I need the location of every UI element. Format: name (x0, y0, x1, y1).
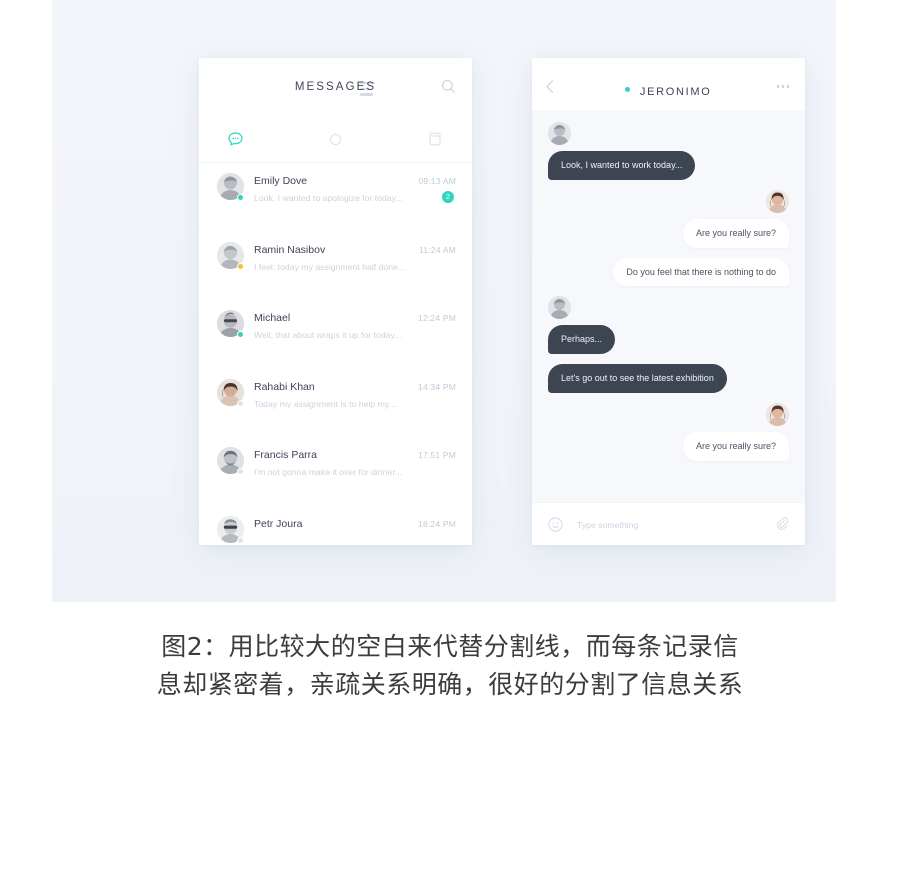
timestamp: 17:51 PM (418, 450, 456, 460)
chat-bubble[interactable]: Let's go out to see the latest exhibitio… (548, 364, 727, 393)
list-item[interactable]: Francis Parra 17:51 PM I'm not gonna mak… (199, 437, 472, 506)
list-item[interactable]: Ramin Nasibov 11:24 AM I feel: today my … (199, 232, 472, 301)
message-row: Are you really sure? (548, 432, 789, 461)
chat-panel: JERONIMO Look, I wanted to wor (532, 58, 805, 545)
status-dot (237, 331, 244, 338)
message-preview: I'm not gonna make it over for dinner... (254, 467, 402, 477)
page-title: MESSAGES (199, 81, 472, 93)
message-row: Let's go out to see the latest exhibitio… (548, 364, 789, 393)
message-row: Do you feel that there is nothing to do (548, 258, 789, 287)
timestamp: 11:24 AM (419, 245, 456, 255)
message-group (548, 296, 789, 319)
message-group (548, 122, 789, 145)
chat-input-bar: Type something (532, 502, 805, 545)
contact-name: Michael (254, 312, 290, 324)
chat-bubble[interactable]: Do you feel that there is nothing to do (613, 258, 789, 287)
chat-bubble[interactable]: Are you really sure? (683, 219, 789, 248)
message-preview: I feel: today my assignment half done... (254, 262, 405, 272)
chat-bubble[interactable]: Are you really sure? (683, 432, 789, 461)
avatar (548, 296, 571, 319)
avatar (766, 403, 789, 426)
unread-badge: 2 (442, 191, 454, 203)
caption-line-1: 图2：用比较大的空白来代替分割线，而每条记录信 (0, 628, 900, 666)
search-icon[interactable] (441, 79, 456, 94)
tab-bar (199, 116, 472, 163)
message-row: Perhaps... (548, 325, 789, 354)
paperclip-icon[interactable] (775, 516, 789, 537)
avatar (548, 122, 571, 145)
timestamp: 09:13 AM (418, 176, 456, 186)
message-row: Are you really sure? (548, 219, 789, 248)
status-dot (237, 263, 244, 270)
tab-chats[interactable] (215, 126, 255, 152)
online-status-dot (625, 87, 630, 92)
message-preview: Today my assignment is to help my.... (254, 399, 398, 409)
chat-bubble[interactable]: Perhaps... (548, 325, 615, 354)
tab-contacts[interactable] (315, 126, 355, 152)
status-dot (237, 468, 244, 475)
smiley-icon[interactable] (548, 517, 563, 537)
message-input[interactable]: Type something (577, 520, 638, 530)
contact-name: Francis Parra (254, 449, 317, 461)
illustration-canvas: MESSAGES (52, 0, 836, 602)
chat-header: JERONIMO (532, 58, 805, 110)
contact-name: Rahabi Khan (254, 381, 315, 393)
avatar (766, 190, 789, 213)
status-dot (237, 400, 244, 407)
status-dot (237, 537, 244, 544)
timestamp: 14:34 PM (418, 382, 456, 392)
list-item[interactable]: Emily Dove 09:13 AM Look, I wanted to ap… (199, 163, 472, 232)
chat-contact-name: JERONIMO (640, 86, 712, 98)
conversation-list[interactable]: Emily Dove 09:13 AM Look, I wanted to ap… (199, 163, 472, 545)
messages-panel: MESSAGES (199, 58, 472, 545)
message-preview: Look, I wanted to apologize for today... (254, 193, 403, 203)
message-preview: Well, that about wraps it up for today..… (254, 330, 401, 340)
chat-title-wrap: JERONIMO (532, 82, 805, 100)
contact-name: Petr Joura (254, 518, 302, 530)
timestamp: 18:24 PM (418, 519, 456, 529)
status-dot (237, 194, 244, 201)
caption-line-2: 息却紧密着，亲疏关系明确，很好的分割了信息关系 (0, 666, 900, 704)
message-group (548, 403, 789, 426)
timestamp: 12:24 PM (418, 313, 456, 323)
chat-message-list[interactable]: Look, I wanted to work today... Are yo (532, 110, 805, 502)
contact-name: Emily Dove (254, 175, 307, 187)
list-item[interactable]: Petr Joura 18:24 PM (199, 506, 472, 546)
tab-archive[interactable] (415, 126, 455, 152)
list-item[interactable]: Rahabi Khan 14:34 PM Today my assignment… (199, 369, 472, 438)
list-item[interactable]: Michael 12:24 PM Well, that about wraps … (199, 300, 472, 369)
chat-bubble[interactable]: Look, I wanted to work today... (548, 151, 695, 180)
caption: 图2：用比较大的空白来代替分割线，而每条记录信 息却紧密着，亲疏关系明确，很好的… (0, 628, 900, 704)
message-row: Look, I wanted to work today... (548, 151, 789, 180)
contact-name: Ramin Nasibov (254, 244, 325, 256)
message-group (548, 190, 789, 213)
more-horizontal-icon[interactable] (777, 85, 790, 88)
messages-header: MESSAGES (199, 58, 472, 116)
